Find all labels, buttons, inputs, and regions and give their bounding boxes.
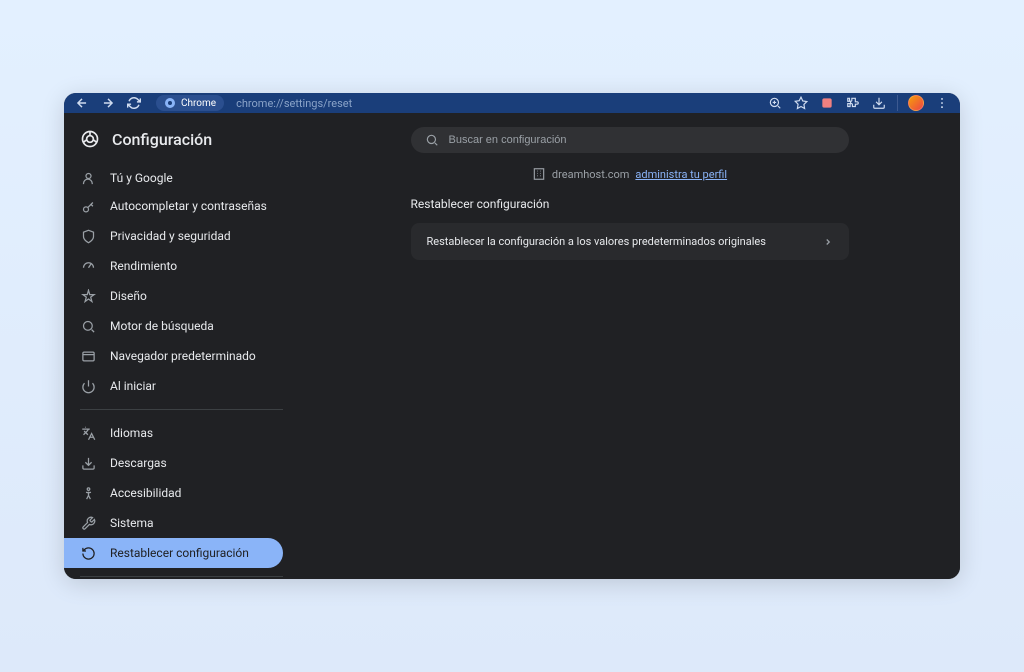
sidebar-divider-2 <box>80 576 283 577</box>
zoom-icon <box>768 96 782 110</box>
settings-search[interactable] <box>411 127 849 153</box>
reload-button[interactable] <box>124 93 144 113</box>
key-icon <box>80 199 96 215</box>
reset-defaults-row[interactable]: Restablecer la configuración a los valor… <box>411 223 849 260</box>
back-button[interactable] <box>72 93 92 113</box>
zoom-button[interactable] <box>765 93 785 113</box>
browser-window: Chrome chrome://settings/reset <box>64 93 960 579</box>
sidebar-item-privacy[interactable]: Privacidad y seguridad <box>64 221 299 251</box>
person-icon <box>80 170 96 186</box>
sidebar-item-reset[interactable]: Restablecer configuración <box>64 538 283 568</box>
sidebar-item-system[interactable]: Sistema <box>64 508 299 538</box>
palette-icon <box>80 288 96 304</box>
chrome-logo-icon <box>80 129 100 149</box>
section-title: Restablecer configuración <box>411 197 849 211</box>
download-icon <box>872 96 886 110</box>
accessibility-icon <box>80 485 96 501</box>
sidebar-item-default-browser[interactable]: Navegador predeterminado <box>64 341 299 371</box>
chip-label: Chrome <box>181 98 216 109</box>
arrow-left-icon <box>75 96 89 110</box>
main-panel: dreamhost.com administra tu perfil Resta… <box>299 113 960 579</box>
sidebar-item-on-startup[interactable]: Al iniciar <box>64 371 299 401</box>
nav-label: Idiomas <box>110 426 153 440</box>
extension-icon <box>820 96 834 110</box>
building-icon <box>532 167 546 181</box>
wrench-icon <box>80 515 96 531</box>
search-icon <box>425 133 439 147</box>
star-icon <box>794 96 808 110</box>
nav-label: Privacidad y seguridad <box>110 229 231 243</box>
sidebar-item-accessibility[interactable]: Accesibilidad <box>64 478 299 508</box>
nav-label: Motor de búsqueda <box>110 319 214 333</box>
reset-option-label: Restablecer la configuración a los valor… <box>427 235 766 248</box>
nav-label: Tú y Google <box>110 171 173 185</box>
shield-icon <box>80 228 96 244</box>
reset-icon <box>80 545 96 561</box>
nav-label: Rendimiento <box>110 259 177 273</box>
sidebar-item-autofill[interactable]: Autocompletar y contraseñas <box>64 193 299 221</box>
chrome-icon <box>164 97 176 109</box>
extensions-button[interactable] <box>843 93 863 113</box>
profile-button[interactable] <box>906 93 926 113</box>
reset-section: Restablecer configuración Restablecer la… <box>411 197 849 260</box>
nav-label: Accesibilidad <box>110 486 181 500</box>
browser-icon <box>80 348 96 364</box>
nav-label: Al iniciar <box>110 379 156 393</box>
chevron-right-icon <box>823 237 833 247</box>
sidebar-item-downloads[interactable]: Descargas <box>64 448 299 478</box>
toolbar-divider <box>897 95 898 111</box>
sidebar-item-you-google[interactable]: Tú y Google <box>64 163 299 193</box>
nav-label: Autocompletar y contraseñas <box>110 199 267 215</box>
reload-icon <box>127 96 141 110</box>
power-icon <box>80 378 96 394</box>
address-bar-url[interactable]: chrome://settings/reset <box>236 97 352 110</box>
content-area: Configuración Tú y Google Autocompletar … <box>64 113 960 579</box>
settings-sidebar: Configuración Tú y Google Autocompletar … <box>64 113 299 579</box>
sidebar-item-performance[interactable]: Rendimiento <box>64 251 299 281</box>
speedometer-icon <box>80 258 96 274</box>
nav-label: Sistema <box>110 516 154 530</box>
download-icon <box>80 455 96 471</box>
extension-button-1[interactable] <box>817 93 837 113</box>
sidebar-divider <box>80 409 283 410</box>
settings-header: Configuración <box>64 125 299 163</box>
sidebar-item-appearance[interactable]: Diseño <box>64 281 299 311</box>
avatar-icon <box>908 95 924 111</box>
settings-title: Configuración <box>112 130 212 149</box>
browser-toolbar: Chrome chrome://settings/reset <box>64 93 960 113</box>
nav-label: Restablecer configuración <box>110 546 249 560</box>
search-icon <box>80 318 96 334</box>
forward-button[interactable] <box>98 93 118 113</box>
org-domain: dreamhost.com <box>552 168 629 181</box>
managed-notice: dreamhost.com administra tu perfil <box>532 167 727 181</box>
menu-button[interactable] <box>932 93 952 113</box>
sidebar-item-languages[interactable]: Idiomas <box>64 418 299 448</box>
arrow-right-icon <box>101 96 115 110</box>
nav-label: Diseño <box>110 289 147 303</box>
downloads-button[interactable] <box>869 93 889 113</box>
search-input[interactable] <box>449 134 835 146</box>
bookmark-button[interactable] <box>791 93 811 113</box>
dots-vertical-icon <box>935 96 949 110</box>
sidebar-item-search-engine[interactable]: Motor de búsqueda <box>64 311 299 341</box>
puzzle-icon <box>846 96 860 110</box>
nav-label: Descargas <box>110 456 167 470</box>
org-manage-link[interactable]: administra tu perfil <box>635 168 727 181</box>
nav-label: Navegador predeterminado <box>110 349 256 363</box>
site-chip[interactable]: Chrome <box>156 95 224 111</box>
translate-icon <box>80 425 96 441</box>
